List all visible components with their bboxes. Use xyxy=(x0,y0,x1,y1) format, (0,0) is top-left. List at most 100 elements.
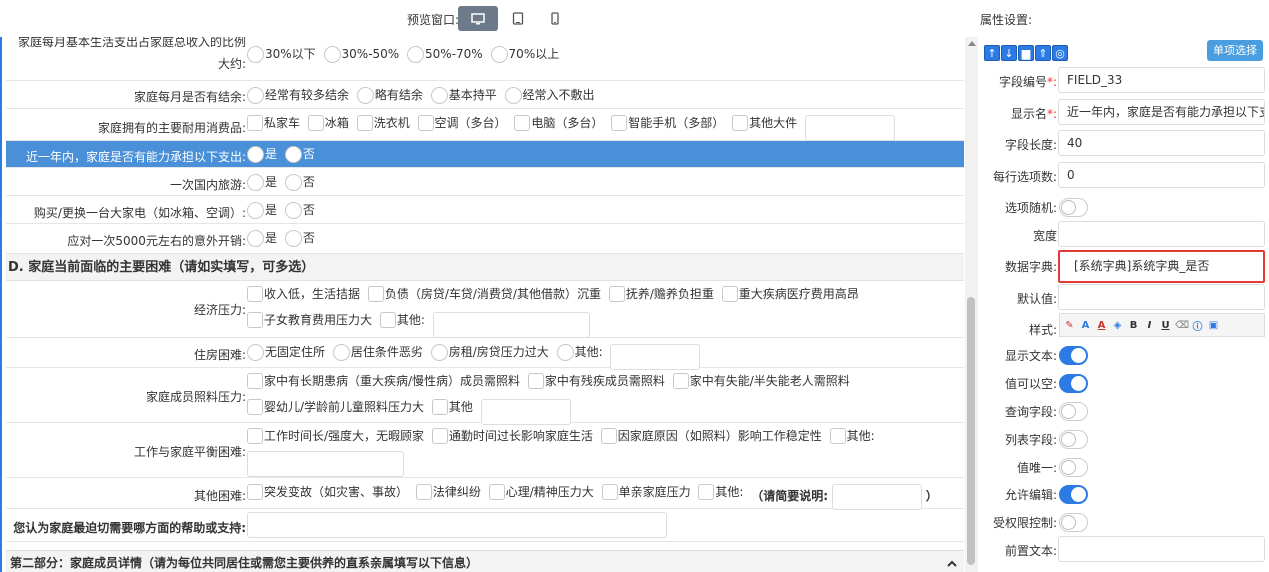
radio-option[interactable]: 是 xyxy=(247,199,277,221)
form-row-travel[interactable]: 一次国内旅游: 是 否 xyxy=(6,168,964,196)
checkbox-option[interactable]: 家中有残疾成员需照料 xyxy=(527,370,665,392)
checkbox[interactable] xyxy=(721,286,738,302)
scrollbar-thumb[interactable] xyxy=(967,297,975,565)
desktop-preview-button[interactable] xyxy=(458,6,498,31)
form-row-appliance[interactable]: 购买/更换一台大家电（如冰箱、空调）: 是 否 xyxy=(6,196,964,224)
checkbox-option[interactable]: 其他大件 xyxy=(732,112,797,134)
source-icon[interactable]: ▣ xyxy=(1207,320,1220,331)
checkbox-option[interactable]: 通勤时间过长影响家庭生活 xyxy=(431,425,593,447)
radio-circle[interactable] xyxy=(247,45,264,63)
form-row-economic-pressure[interactable]: 经济压力: 收入低，生活拮据 负债（房贷/车贷/消费贷/其他借款）沉重 抚养/赡… xyxy=(6,281,964,338)
radio-circle[interactable] xyxy=(356,86,374,104)
radio-option[interactable]: 30%-50% xyxy=(323,43,399,65)
font-icon[interactable]: A xyxy=(1079,320,1092,331)
radio-circle[interactable] xyxy=(284,201,302,219)
radio-option[interactable]: 否 xyxy=(284,171,315,193)
highlight-icon[interactable]: ◈ xyxy=(1111,320,1124,331)
radio-circle[interactable] xyxy=(430,86,448,104)
radio-circle[interactable] xyxy=(247,86,264,104)
italic-icon[interactable]: I xyxy=(1143,320,1156,331)
radio-circle[interactable] xyxy=(407,45,425,63)
checkbox-option[interactable]: 因家庭原因（如照料）影响工作稳定性 xyxy=(600,425,822,447)
radio-option[interactable]: 否 xyxy=(284,143,315,165)
radio-option[interactable]: 是 xyxy=(247,171,277,193)
form-row-expense-ratio[interactable]: 家庭每月基本生活支出占家庭总收入的比例 大约: 30%以下 30%-50% 50… xyxy=(6,37,964,81)
font-color-icon[interactable]: A xyxy=(1095,320,1108,331)
checkbox[interactable] xyxy=(608,286,625,302)
radio-circle[interactable] xyxy=(556,343,574,361)
radio-option[interactable]: 经常有较多结余 xyxy=(247,84,349,106)
checkbox-option[interactable]: 突发变故（如灾害、事故） xyxy=(247,481,408,503)
mobile-preview-button[interactable] xyxy=(535,6,575,31)
radio-option[interactable]: 70%以上 xyxy=(490,43,559,65)
help-needed-input[interactable] xyxy=(247,512,667,538)
radio-circle[interactable] xyxy=(247,229,264,247)
checkbox-option[interactable]: 空调（多台） xyxy=(417,112,507,134)
checkbox-option[interactable]: 冰箱 xyxy=(307,112,349,134)
radio-circle[interactable] xyxy=(504,86,522,104)
checkbox-option[interactable]: 抚养/赡养负担重 xyxy=(608,283,714,305)
checkbox[interactable] xyxy=(527,373,544,389)
checkbox-option[interactable]: 子女教育费用压力大 xyxy=(247,309,372,331)
radio-option[interactable]: 否 xyxy=(284,227,315,249)
checkbox[interactable] xyxy=(417,115,434,131)
radio-circle[interactable] xyxy=(284,145,302,163)
field-id-input[interactable]: FIELD_33 xyxy=(1058,67,1265,93)
checkbox[interactable] xyxy=(379,312,396,328)
eraser-icon[interactable]: ⌫ xyxy=(1175,320,1189,331)
checkbox[interactable] xyxy=(698,484,715,500)
checkbox[interactable] xyxy=(611,115,628,131)
checkbox-option[interactable]: 居住条件恶劣 xyxy=(332,341,423,363)
checkbox[interactable] xyxy=(829,428,846,444)
checkbox-option[interactable]: 家中有长期患病（重大疾病/慢性病）成员需照料 xyxy=(247,370,520,392)
format-paint-icon[interactable]: ✎ xyxy=(1063,320,1076,331)
radio-option[interactable]: 是 xyxy=(247,227,277,249)
tablet-preview-button[interactable] xyxy=(498,6,538,31)
nullable-toggle[interactable] xyxy=(1059,374,1088,393)
checkbox[interactable] xyxy=(431,428,448,444)
radio-option[interactable]: 否 xyxy=(284,199,315,221)
radio-option[interactable]: 50%-70% xyxy=(407,43,483,65)
checkbox[interactable] xyxy=(415,484,432,500)
checkbox[interactable] xyxy=(600,428,617,444)
checkbox-option[interactable]: 工作时间长/强度大，无暇顾家 xyxy=(247,425,424,447)
form-row-durables[interactable]: 家庭拥有的主要耐用消费品: 私家车 冰箱 洗衣机 空调（多台） 电脑（多台） 智… xyxy=(6,109,964,141)
radio-option[interactable]: 经常入不敷出 xyxy=(504,84,595,106)
data-dict-select[interactable]: [系统字典]系统字典_是否 ⌄ xyxy=(1058,250,1265,283)
checkbox[interactable] xyxy=(367,286,384,302)
form-row-other-difficulties[interactable]: 其他困难: 突发变故（如灾害、事故） 法律纠纷 心理/精神压力大 单亲家庭压力 … xyxy=(6,478,964,510)
checkbox-option[interactable]: 单亲家庭压力 xyxy=(601,481,691,503)
checkbox[interactable] xyxy=(247,484,263,500)
radio-circle[interactable] xyxy=(332,343,350,361)
checkbox[interactable] xyxy=(247,115,263,131)
checkbox-option[interactable]: 重大疾病医疗费用高昂 xyxy=(721,283,859,305)
other-text-input[interactable] xyxy=(804,114,895,141)
width-input[interactable] xyxy=(1058,221,1265,247)
list-toggle[interactable] xyxy=(1059,430,1088,449)
radio-option[interactable]: 基本持平 xyxy=(430,84,497,106)
query-toggle[interactable] xyxy=(1059,402,1088,421)
radio-circle[interactable] xyxy=(430,343,448,361)
other-text-input[interactable] xyxy=(247,451,404,477)
checkbox-option[interactable]: 家中有失能/半失能老人需照料 xyxy=(672,370,850,392)
checkbox-option[interactable]: 其他 xyxy=(431,396,473,418)
form-row-unexpected-expense[interactable]: 应对一次5000元左右的意外开销: 是 否 xyxy=(6,224,964,254)
per-row-input[interactable]: 0 xyxy=(1058,162,1265,188)
part2-header[interactable]: 第二部分：家庭成员详情（请为每位共同居住或需您主要供养的直系亲属填写以下信息） xyxy=(6,550,964,572)
chevron-up-icon[interactable] xyxy=(946,551,958,572)
radio-option[interactable]: 略有结余 xyxy=(356,84,423,106)
radio-circle[interactable] xyxy=(247,201,264,219)
single-select-button[interactable]: 单项选择 xyxy=(1207,40,1263,61)
checkbox-option[interactable]: 电脑（多台） xyxy=(514,112,603,134)
checkbox[interactable] xyxy=(247,373,263,389)
checkbox-option[interactable]: 其他: xyxy=(556,341,603,363)
checkbox[interactable] xyxy=(247,286,263,302)
scroll-up-icon[interactable] xyxy=(968,41,976,46)
form-row-affordability-selected[interactable]: 近一年内，家庭是否有能力承担以下支出: 是 否 xyxy=(6,141,964,168)
move-up-icon[interactable]: ↑ xyxy=(984,45,1000,61)
checkbox-option[interactable]: 法律纠纷 xyxy=(415,481,481,503)
checkbox-option[interactable]: 无固定住所 xyxy=(247,341,325,363)
radio-circle[interactable] xyxy=(284,173,302,191)
checkbox-option[interactable]: 智能手机（多部） xyxy=(611,112,724,134)
radio-option[interactable]: 是 xyxy=(247,143,277,165)
